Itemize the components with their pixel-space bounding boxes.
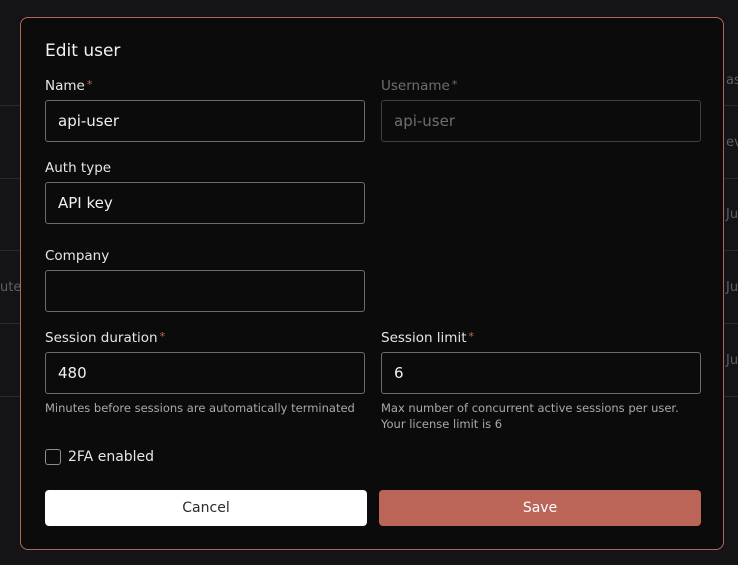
dialog-title: Edit user [45, 41, 121, 61]
background-text: Ju [726, 353, 738, 368]
auth-type-field[interactable] [45, 182, 365, 224]
two-fa-toggle[interactable]: 2FA enabled [45, 449, 154, 465]
background-text: ast [726, 73, 738, 88]
session-limit-label-text: Session limit [381, 330, 467, 346]
cancel-button[interactable]: Cancel [45, 490, 367, 526]
required-marker: * [451, 78, 458, 91]
two-fa-checkbox[interactable] [45, 449, 61, 465]
background-text: Ju [726, 280, 738, 295]
company-label-text: Company [45, 248, 110, 264]
session-limit-input[interactable] [381, 352, 701, 394]
background-text: ute [0, 280, 22, 295]
session-limit-help: Max number of concurrent active sessions… [381, 401, 679, 431]
username-input [381, 100, 701, 142]
session-duration-label: Session duration * [45, 330, 165, 346]
name-label-text: Name [45, 78, 85, 94]
two-fa-label: 2FA enabled [68, 449, 155, 465]
session-duration-help: Minutes before sessions are automaticall… [45, 401, 355, 415]
session-duration-input[interactable] [45, 352, 365, 394]
required-marker: * [468, 330, 475, 343]
company-label: Company [45, 248, 109, 264]
edit-user-dialog: Edit user Name* Username* Auth type Comp… [20, 17, 724, 550]
username-label: Username * [381, 78, 457, 94]
background-text: Ju [726, 207, 738, 222]
auth-type-label-text: Auth type [45, 160, 112, 176]
name-label: Name * [45, 78, 92, 94]
name-input[interactable] [45, 100, 365, 142]
company-input[interactable] [45, 270, 365, 312]
save-button[interactable]: Save [379, 490, 701, 526]
username-label-text: Username [381, 78, 450, 94]
session-limit-label: Session limit * [381, 330, 474, 346]
session-duration-label-text: Session duration [45, 330, 158, 346]
background-text: ev [726, 135, 738, 150]
required-marker: * [86, 78, 93, 91]
auth-type-label: Auth type [45, 160, 111, 176]
required-marker: * [159, 330, 166, 343]
